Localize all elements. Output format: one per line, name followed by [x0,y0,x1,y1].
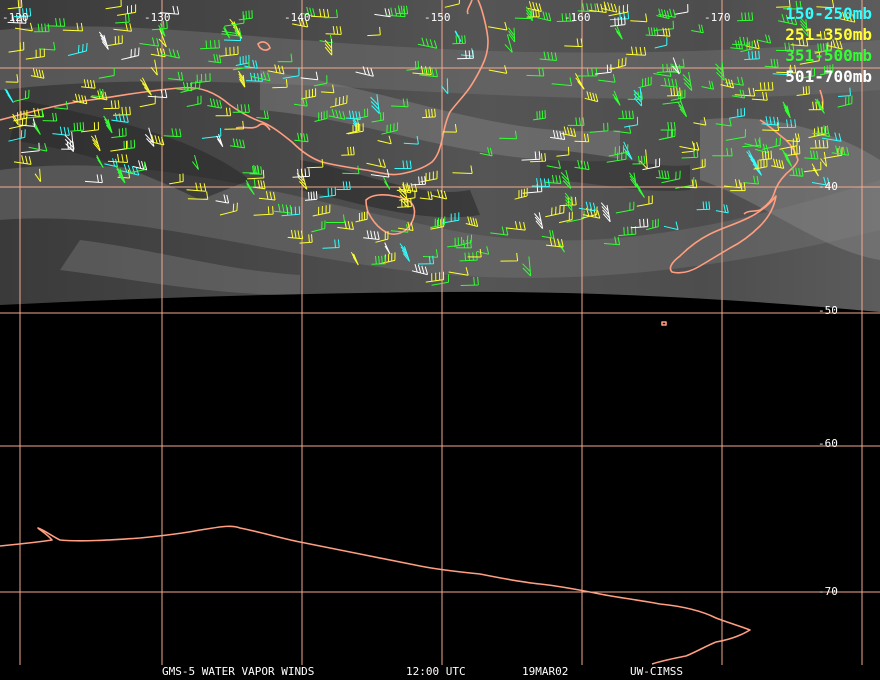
footer-bar: GMS-5 WATER VAPOR WINDS 12:00 UTC 19MAR0… [0,665,880,679]
antarctica-coast [0,525,751,665]
longitude-label: -130 [144,11,171,24]
longitude-label: -150 [424,11,451,24]
water-vapor-map [0,0,880,665]
legend-251-350mb: 251-350mb [785,25,872,44]
date-label: 19MAR02 [522,665,569,678]
satellite-product-label: GMS-5 WATER VAPOR WINDS [162,665,315,678]
satellite-imagery [0,0,880,312]
latitude-label: -50 [818,304,838,317]
latitude-label: -40 [818,180,838,193]
longitude-label: -170 [704,11,731,24]
longitude-label: -160 [564,11,591,24]
small-island [661,321,667,326]
credit-label: UW-CIMSS [630,665,683,678]
legend-351-500mb: 351-500mb [785,46,872,65]
latitude-label: -70 [818,585,838,598]
legend-501-700mb: 501-700mb [785,67,872,86]
longitude-label: -140 [284,11,311,24]
latitude-label: -60 [818,437,838,450]
time-label: 12:00 UTC [406,665,466,678]
legend-150-250mb: 150-250mb [785,4,872,23]
longitude-label: -120 [2,11,29,24]
